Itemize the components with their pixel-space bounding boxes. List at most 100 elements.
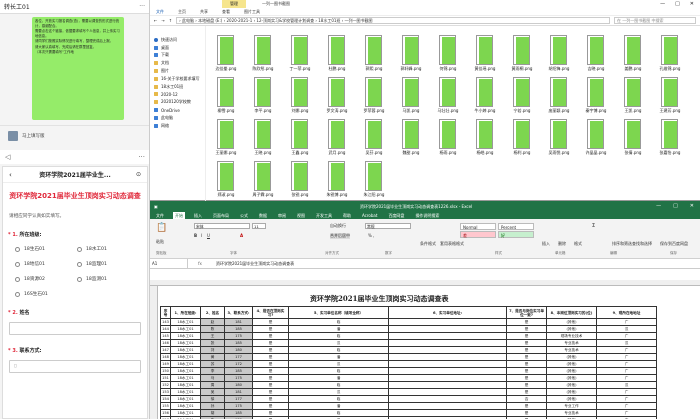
table-cell[interactable]: 18水工01 bbox=[170, 360, 201, 368]
nav-item[interactable]: 18水工01班 bbox=[150, 83, 205, 91]
contact-card[interactable]: 马上填写版 bbox=[8, 131, 45, 141]
table-cell[interactable]: 150 bbox=[160, 367, 171, 375]
nav-item[interactable]: 16-关于学校要求填写 bbox=[150, 75, 205, 83]
file-item[interactable]: 马壮壮.png bbox=[432, 77, 464, 117]
maximize-icon[interactable]: □ bbox=[675, 1, 680, 7]
table-cell[interactable]: 是 bbox=[252, 402, 289, 410]
file-item[interactable]: 郑淑.png bbox=[210, 161, 242, 201]
table-cell[interactable]: 是 bbox=[506, 339, 547, 347]
delete-button[interactable]: 删除 bbox=[558, 241, 566, 247]
table-cell[interactable]: 是 bbox=[506, 353, 547, 361]
more-icon[interactable]: ··· bbox=[138, 153, 145, 161]
radio-option[interactable]: 18监理01 bbox=[77, 261, 139, 267]
file-item[interactable]: 杨皓.png bbox=[469, 119, 501, 159]
wrap-text-button[interactable]: 自动换行 bbox=[330, 223, 346, 229]
file-item[interactable]: 王晓.png bbox=[247, 119, 279, 159]
table-cell[interactable]: 18水工01 bbox=[170, 325, 201, 333]
file-item[interactable]: 庞丽颖.png bbox=[543, 77, 575, 117]
table-cell[interactable]: 是 bbox=[252, 318, 289, 326]
table-cell[interactable]: 181 bbox=[224, 318, 253, 326]
table-cell[interactable] bbox=[388, 353, 507, 361]
file-item[interactable]: 孔维锦.png bbox=[654, 35, 686, 75]
column-header[interactable]: 6、实习单位地址: bbox=[388, 306, 507, 319]
file-item[interactable]: 魏甜.png bbox=[395, 119, 427, 159]
table-cell[interactable]: 18水工01 bbox=[170, 409, 201, 417]
nav-item[interactable]: 下载 bbox=[150, 52, 205, 60]
table-cell[interactable]: 18水工01 bbox=[170, 332, 201, 340]
table-cell[interactable]: 潘 bbox=[288, 353, 389, 361]
column-header[interactable]: 8、本岗位顶岗实习的(位) bbox=[546, 306, 597, 319]
ribbon-tab[interactable]: 插入 bbox=[192, 212, 204, 219]
forward-arrow-icon[interactable]: → bbox=[161, 18, 164, 23]
style-bad[interactable]: 差 bbox=[460, 231, 496, 238]
style-good[interactable]: 好 bbox=[498, 231, 534, 238]
file-item[interactable]: 宁若.png bbox=[506, 77, 538, 117]
file-item[interactable]: 朱锐博.png bbox=[321, 161, 353, 201]
table-cell[interactable]: 胡 bbox=[200, 409, 225, 417]
nav-item[interactable]: 2020120学校教 bbox=[150, 98, 205, 106]
radio-option[interactable]: 18资源02 bbox=[15, 276, 77, 282]
ribbon-tab[interactable]: 公式 bbox=[238, 212, 250, 219]
table-cell[interactable]: 是 bbox=[506, 360, 547, 368]
more-icon[interactable]: ··· bbox=[139, 3, 145, 10]
table-cell[interactable]: 185 bbox=[224, 339, 253, 347]
table-cell[interactable]: 陈 bbox=[200, 325, 225, 333]
table-cell[interactable]: 专业技术 bbox=[546, 346, 597, 354]
nav-item[interactable]: 图片 bbox=[150, 67, 205, 75]
fx-icon[interactable]: fx bbox=[188, 261, 212, 266]
file-item[interactable]: 黄佳瑶.png bbox=[469, 35, 501, 75]
font-name-select[interactable]: 宋体 bbox=[194, 223, 250, 229]
table-cell[interactable]: 是 bbox=[252, 339, 289, 347]
search-input[interactable]: 在 一列一图书截图 中搜索 bbox=[614, 17, 696, 24]
italic-button[interactable]: I bbox=[201, 233, 202, 238]
table-cell[interactable]: 是 bbox=[506, 318, 547, 326]
table-cell[interactable]: 是 bbox=[252, 374, 289, 382]
file-item[interactable]: 秦宇博.png bbox=[580, 77, 612, 117]
format-table-button[interactable]: 套用表格格式 bbox=[440, 241, 464, 247]
tab-file[interactable]: 文件 bbox=[156, 9, 164, 15]
table-cell[interactable]: 汉 bbox=[596, 339, 657, 347]
table-cell[interactable]: 是 bbox=[506, 346, 547, 354]
column-header[interactable]: 9、现所在地地址 bbox=[596, 306, 657, 319]
find-select-button[interactable]: 查找和选择 bbox=[632, 241, 652, 247]
file-item[interactable]: 罗文涛.png bbox=[321, 77, 353, 117]
radio-option[interactable]: 18生石01 bbox=[15, 246, 77, 252]
table-cell[interactable]: 汉 bbox=[288, 360, 389, 368]
file-item[interactable]: 张倩.png bbox=[617, 119, 649, 159]
column-header[interactable]: 2、姓名 bbox=[200, 306, 225, 319]
table-cell[interactable]: 刘 bbox=[200, 346, 225, 354]
tab-picture-tools[interactable]: 图片工具 bbox=[244, 9, 260, 15]
file-item[interactable]: 朱江阳.png bbox=[358, 161, 390, 201]
table-cell[interactable]: 180 bbox=[224, 346, 253, 354]
up-arrow-icon[interactable]: ↑ bbox=[169, 18, 172, 23]
name-box[interactable]: A1 bbox=[150, 258, 188, 269]
address-bar[interactable]: › 此电脑 › 本地磁盘 (E:) › 2020-2021-1 › 12-顶岗实… bbox=[176, 17, 610, 24]
file-item[interactable]: 杜鹏.png bbox=[321, 35, 353, 75]
table-cell[interactable]: 18水工01 bbox=[170, 402, 201, 410]
radio-option[interactable]: 18地信01 bbox=[15, 261, 77, 267]
table-cell[interactable]: 广 bbox=[596, 395, 657, 403]
table-cell[interactable]: 李 bbox=[200, 367, 225, 375]
table-cell[interactable]: 广 bbox=[596, 318, 657, 326]
table-cell[interactable]: 现场专业技术 bbox=[546, 332, 597, 340]
file-item[interactable]: 王建芳.png bbox=[654, 77, 686, 117]
table-cell[interactable]: 否 bbox=[506, 395, 547, 403]
tab-manage[interactable]: 管理 bbox=[222, 0, 246, 8]
table-cell[interactable] bbox=[388, 339, 507, 347]
column-header[interactable]: 序号 bbox=[160, 306, 171, 319]
table-cell[interactable]: 临 bbox=[288, 409, 389, 417]
ribbon-tab[interactable]: 审阅 bbox=[276, 212, 288, 219]
file-item[interactable]: 柳雪.png bbox=[210, 77, 242, 117]
table-cell[interactable] bbox=[388, 360, 507, 368]
tab-home[interactable]: 主页 bbox=[178, 9, 186, 15]
table-cell[interactable]: (其他) bbox=[546, 388, 597, 396]
table-cell[interactable]: 177 bbox=[224, 395, 253, 403]
table-cell[interactable]: 黄 bbox=[200, 353, 225, 361]
table-cell[interactable]: 181 bbox=[224, 388, 253, 396]
table-cell[interactable]: 18水工01 bbox=[170, 346, 201, 354]
nav-item[interactable]: 文档 bbox=[150, 59, 205, 67]
table-cell[interactable]: (其他) bbox=[546, 360, 597, 368]
table-cell[interactable]: (其他) bbox=[546, 395, 597, 403]
back-arrow-icon[interactable]: ← bbox=[154, 18, 157, 23]
table-cell[interactable]: 广 bbox=[596, 346, 657, 354]
